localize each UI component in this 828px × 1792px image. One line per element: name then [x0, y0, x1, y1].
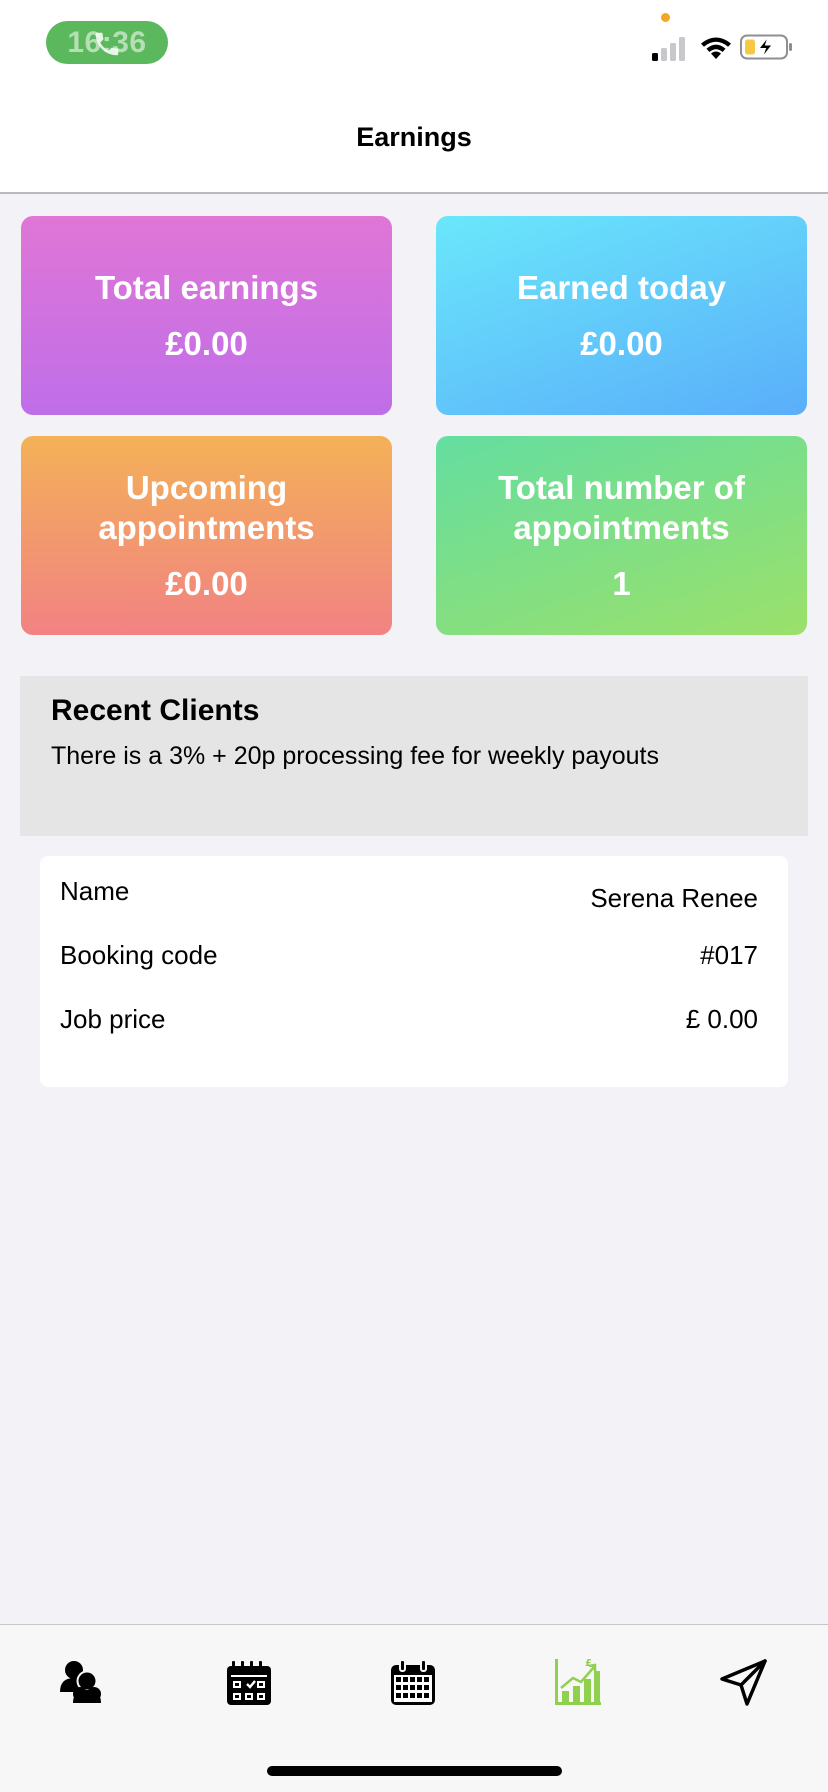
home-indicator[interactable] [267, 1766, 562, 1776]
earned-today-label: Earned today [516, 268, 727, 306]
client-name-value: Serena Renee [590, 883, 758, 913]
call-status-pill[interactable]: 16:36 [46, 21, 168, 64]
schedule-calendar-icon [227, 1661, 271, 1705]
wifi-icon [701, 37, 731, 59]
send-icon [720, 1659, 767, 1706]
navigation-bar: Earnings [0, 92, 828, 194]
tab-clients[interactable] [51, 1651, 115, 1715]
tab-earnings[interactable]: £ [546, 1651, 610, 1715]
status-bar: 16:36 [0, 0, 828, 92]
battery-charging-icon [740, 34, 792, 60]
processing-fee-note: There is a 3% + 20p processing fee for w… [51, 742, 659, 770]
client-name-label: Name [60, 876, 130, 906]
page-title: Earnings [356, 121, 472, 152]
job-price-label: Job price [60, 1004, 166, 1034]
total-earnings-value: £0.00 [165, 324, 248, 362]
tab-schedule[interactable] [217, 1651, 281, 1715]
cellular-signal-icon [652, 37, 685, 61]
booking-code-label: Booking code [60, 940, 218, 970]
upcoming-appointments-value: £0.00 [165, 564, 248, 602]
total-earnings-label: Total earnings [94, 268, 319, 306]
job-price-value: £ 0.00 [685, 1004, 758, 1034]
total-earnings-card[interactable]: Total earnings £0.00 [21, 216, 392, 415]
total-appointments-value: 1 [612, 564, 631, 602]
tab-calendar[interactable] [381, 1651, 445, 1715]
earnings-chart-icon: £ [555, 1658, 601, 1705]
phone-icon [95, 32, 119, 56]
calendar-grid-icon [391, 1659, 435, 1705]
earned-today-value: £0.00 [580, 324, 663, 362]
recent-clients-title: Recent Clients [51, 694, 260, 727]
clients-icon [60, 1661, 101, 1703]
booking-code-value: #017 [700, 940, 758, 970]
earned-today-card[interactable]: Earned today £0.00 [436, 216, 807, 415]
total-appointments-label: Total number of appointments [498, 468, 745, 546]
privacy-indicator-dot [661, 13, 670, 22]
upcoming-appointments-label: Upcoming appointments [98, 468, 315, 546]
client-entry-card[interactable]: Name Serena Renee Booking code #017 Job … [40, 856, 788, 1087]
total-appointments-card[interactable]: Total number of appointments 1 [436, 436, 807, 635]
tab-send[interactable] [712, 1651, 776, 1715]
recent-clients-header: Recent Clients There is a 3% + 20p proce… [20, 676, 808, 836]
upcoming-appointments-card[interactable]: Upcoming appointments £0.00 [21, 436, 392, 635]
svg-text:£: £ [585, 1658, 592, 1669]
